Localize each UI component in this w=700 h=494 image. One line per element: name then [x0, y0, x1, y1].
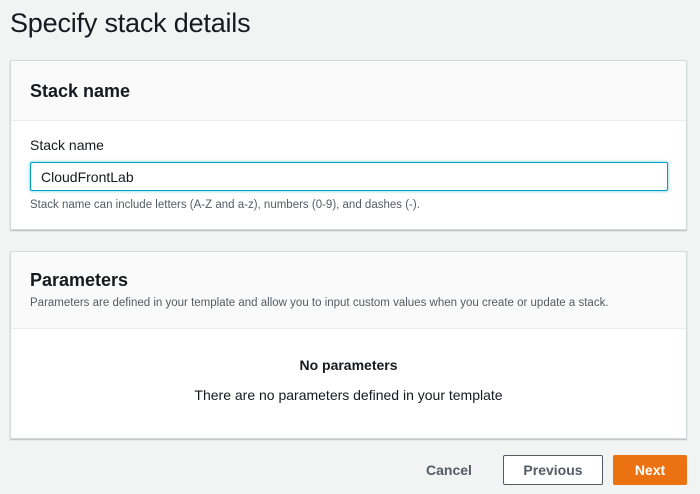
empty-state-description: There are no parameters defined in your … — [194, 387, 503, 403]
parameters-panel: Parameters Parameters are defined in you… — [10, 251, 687, 439]
parameters-panel-header: Parameters Parameters are defined in you… — [11, 252, 686, 329]
cancel-button[interactable]: Cancel — [418, 455, 480, 485]
page: Specify stack details Stack name Stack n… — [0, 0, 700, 494]
previous-button[interactable]: Previous — [503, 455, 603, 485]
stack-name-panel: Stack name Stack name Stack name can inc… — [10, 60, 687, 230]
page-title: Specify stack details — [10, 8, 251, 38]
empty-state-title: No parameters — [299, 357, 398, 373]
parameters-panel-title: Parameters — [30, 270, 129, 290]
next-button[interactable]: Next — [613, 455, 687, 485]
stack-name-hint: Stack name can include letters (A-Z and … — [30, 199, 420, 211]
parameters-panel-description: Parameters are defined in your template … — [30, 297, 609, 309]
parameters-empty-state: No parameters There are no parameters de… — [11, 329, 686, 403]
stack-name-field-label: Stack name — [30, 137, 104, 153]
stack-name-panel-header: Stack name — [11, 61, 686, 121]
stack-name-panel-title: Stack name — [30, 81, 131, 101]
stack-name-input[interactable] — [30, 162, 668, 191]
stack-name-panel-body: Stack name Stack name can include letter… — [11, 121, 686, 211]
